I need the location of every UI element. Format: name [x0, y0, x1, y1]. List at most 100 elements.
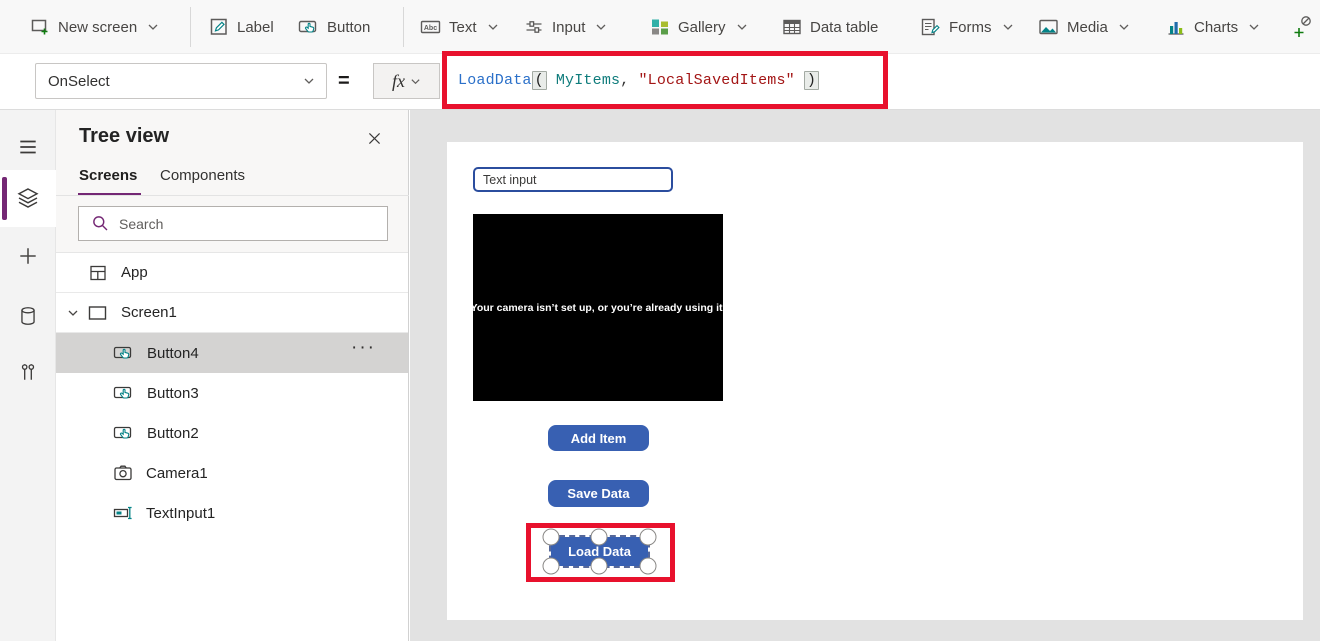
tree-item-button3[interactable]: Button3 — [56, 373, 408, 413]
toolbar-media[interactable]: Media — [1038, 0, 1130, 54]
formula-function: LoadData — [458, 72, 532, 89]
toolbar-label: Label — [237, 19, 274, 36]
chevron-down-icon — [1002, 21, 1014, 33]
tree-item-label: Button3 — [147, 385, 199, 402]
new-screen-icon — [30, 17, 50, 37]
tree-item-label: TextInput1 — [146, 505, 215, 522]
tools-icon — [17, 361, 39, 383]
fx-dropdown[interactable]: fx — [373, 63, 440, 99]
camera-error-message: Your camera isn’t set up, or you’re alre… — [471, 302, 726, 314]
chevron-down-icon[interactable] — [66, 306, 80, 320]
tree-item-textinput1[interactable]: TextInput1 — [56, 493, 408, 533]
tree-view-button[interactable] — [0, 176, 56, 220]
media-image-icon — [1038, 17, 1059, 37]
app-icon — [88, 263, 108, 283]
insert-button[interactable] — [0, 234, 56, 278]
toolbar-label: Input — [552, 19, 585, 36]
toolbar-input[interactable]: Input — [524, 0, 607, 54]
search-input[interactable] — [119, 216, 379, 232]
chevron-down-icon — [487, 21, 499, 33]
formula-open-paren: ( — [532, 71, 547, 90]
selection-handle-top-center[interactable] — [591, 529, 608, 546]
formula-string-arg: "LocalSavedItems" — [638, 72, 794, 89]
toolbar-label: New screen — [58, 19, 137, 36]
tree-item-button4[interactable]: Button4 ··· — [56, 333, 408, 373]
toolbar-text[interactable]: Abc Text — [420, 0, 499, 54]
toolbar-data-table[interactable]: Data table — [782, 0, 878, 54]
database-icon — [17, 305, 39, 327]
tree-item-label: Camera1 — [146, 465, 208, 482]
button-icon — [113, 423, 134, 443]
layers-icon — [16, 186, 40, 210]
data-sources-button[interactable] — [0, 294, 56, 338]
tree-item-label: Button2 — [147, 425, 199, 442]
formula-close-paren: ) — [804, 71, 819, 90]
button-icon — [113, 343, 134, 363]
tree-item-label: Button4 — [147, 345, 199, 362]
label-icon — [209, 17, 229, 37]
tree-item-camera1[interactable]: Camera1 — [56, 453, 408, 493]
property-dropdown[interactable]: OnSelect — [35, 63, 327, 99]
text-input-icon — [113, 503, 133, 523]
toolbar-label-control[interactable]: Label — [209, 0, 274, 54]
tab-screens[interactable]: Screens — [79, 167, 137, 184]
advanced-tools-button[interactable] — [0, 350, 56, 394]
add-item-button[interactable]: Add Item — [548, 425, 649, 451]
selection-handle-bottom-left[interactable] — [543, 558, 560, 575]
tree-item-app[interactable]: App — [56, 253, 408, 293]
selection-handle-top-left[interactable] — [543, 529, 560, 546]
chevron-down-icon — [302, 74, 316, 88]
close-icon — [366, 130, 383, 147]
toolbar-label: Charts — [1194, 19, 1238, 36]
design-canvas-area: Your camera isn’t set up, or you’re alre… — [410, 110, 1320, 641]
toolbar-gallery[interactable]: Gallery — [650, 0, 748, 54]
search-icon — [91, 214, 110, 233]
hamburger-menu-button[interactable] — [0, 125, 56, 169]
panel-close-button[interactable] — [362, 126, 386, 150]
selection-handle-top-right[interactable] — [640, 529, 657, 546]
plus-icon — [17, 245, 39, 267]
chevron-down-icon — [410, 76, 421, 87]
toolbar-label: Button — [327, 19, 370, 36]
selection-handle-bottom-center[interactable] — [591, 558, 608, 575]
tree-search-box — [78, 206, 388, 241]
text-abc-icon: Abc — [420, 17, 441, 37]
toolbar-divider — [403, 7, 404, 47]
toolbar-charts[interactable]: Charts — [1166, 0, 1260, 54]
screen-icon — [87, 303, 108, 323]
panel-title: Tree view — [79, 125, 169, 148]
toolbar-new-screen[interactable]: New screen — [30, 0, 159, 54]
toolbar-forms[interactable]: Forms — [920, 0, 1014, 54]
toolbar-button-control[interactable]: Button — [298, 0, 370, 54]
textinput1-control[interactable] — [473, 167, 673, 192]
formula-input[interactable]: LoadData(MyItems,"LocalSavedItems") — [447, 56, 883, 104]
tree-view-panel: Tree view Screens Components App Screen1 — [56, 110, 409, 641]
selection-handle-bottom-right[interactable] — [640, 558, 657, 575]
formula-bar: OnSelect = fx LoadData(MyItems,"LocalSav… — [0, 54, 1320, 110]
charts-bar-icon — [1166, 17, 1186, 37]
chevron-down-icon — [1118, 21, 1130, 33]
circle-slash-plus-icon — [1292, 14, 1316, 40]
chevron-down-icon — [736, 21, 748, 33]
power-apps-studio: New screen Label Button Abc Text Input G… — [0, 0, 1320, 641]
tree-rows: App Screen1 Button4 ··· Button3 Button2 — [56, 252, 408, 641]
gallery-icon — [650, 17, 670, 37]
tree-item-screen1[interactable]: Screen1 — [56, 293, 408, 333]
tree-item-button2[interactable]: Button2 — [56, 413, 408, 453]
data-table-icon — [782, 17, 802, 37]
screen1-canvas[interactable]: Your camera isn’t set up, or you’re alre… — [447, 142, 1303, 620]
toolbar-divider — [190, 7, 191, 47]
camera1-control[interactable]: Your camera isn’t set up, or you’re alre… — [473, 214, 723, 401]
toolbar-partial-item[interactable] — [1292, 0, 1316, 54]
chevron-down-icon — [147, 21, 159, 33]
annotation-box-formula: LoadData(MyItems,"LocalSavedItems") — [442, 51, 888, 109]
item-more-actions-button[interactable]: ··· — [351, 337, 376, 359]
save-data-button[interactable]: Save Data — [548, 480, 649, 507]
tree-item-label: Screen1 — [121, 304, 177, 321]
tabs-separator — [56, 195, 409, 196]
toolbar-label: Media — [1067, 19, 1108, 36]
tab-components[interactable]: Components — [160, 167, 245, 184]
button-icon — [298, 17, 319, 37]
input-sliders-icon — [524, 17, 544, 37]
formula-collection-arg: MyItems — [556, 72, 620, 89]
